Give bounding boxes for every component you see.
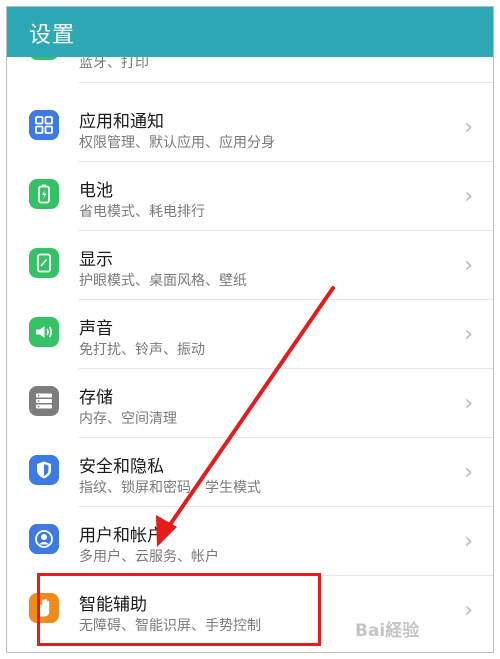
page-title: 设置 <box>29 23 76 48</box>
row-subtitle: 省电模式、耗电排行 <box>79 204 205 220</box>
display-icon <box>29 248 59 278</box>
storage-icon <box>29 386 59 416</box>
row-title: 应用和通知 <box>79 112 164 132</box>
row-title: 用户和帐户 <box>79 526 164 546</box>
row-divider <box>79 82 493 83</box>
settings-row-users[interactable]: 用户和帐户 多用户、云服务、帐户 › <box>7 507 493 576</box>
settings-row-sound[interactable]: 声音 免打扰、铃声、振动 › <box>7 300 493 369</box>
speaker-icon <box>29 317 59 347</box>
shield-icon <box>29 455 59 485</box>
row-title: 电池 <box>79 181 113 201</box>
row-title: 智能辅助 <box>79 595 147 615</box>
row-subtitle: 多用户、云服务、帐户 <box>79 549 219 565</box>
row-title: 显示 <box>79 250 113 270</box>
chevron-right-icon: › <box>464 460 473 485</box>
apps-grid-icon <box>29 110 59 140</box>
battery-icon <box>29 179 59 209</box>
settings-row-apps[interactable]: 应用和通知 权限管理、默认应用、应用分身 › <box>7 93 493 162</box>
hand-icon <box>29 593 59 623</box>
row-subtitle: 指纹、锁屏和密码、学生模式 <box>79 480 261 496</box>
chevron-right-icon: › <box>464 529 473 554</box>
settings-row-storage[interactable]: 存储 内存、空间清理 › <box>7 369 493 438</box>
settings-screen: 蓝牙、打印 应用和通知 权限管理、默认应用、应用分身 › 电池 省电模式、耗电排… <box>6 6 494 653</box>
chevron-right-icon: › <box>464 322 473 347</box>
row-subtitle: 内存、空间清理 <box>79 411 177 427</box>
row-title: 声音 <box>79 319 113 339</box>
row-title: 存储 <box>79 388 113 408</box>
chevron-right-icon: › <box>464 115 473 140</box>
chevron-right-icon: › <box>464 391 473 416</box>
chevron-right-icon: › <box>464 184 473 209</box>
row-title: 安全和隐私 <box>79 457 164 477</box>
settings-row-battery[interactable]: 电池 省电模式、耗电排行 › <box>7 162 493 231</box>
user-icon <box>29 524 59 554</box>
watermark: Bai経验 <box>355 621 420 641</box>
app-header: 设置 <box>7 7 493 57</box>
settings-row-security[interactable]: 安全和隐私 指纹、锁屏和密码、学生模式 › <box>7 438 493 507</box>
chevron-right-icon: › <box>464 253 473 278</box>
settings-row-display[interactable]: 显示 护眼模式、桌面风格、壁纸 › <box>7 231 493 300</box>
row-subtitle: 无障碍、智能识屏、手势控制 <box>79 618 261 634</box>
row-subtitle: 免打扰、铃声、振动 <box>79 342 205 358</box>
row-subtitle: 护眼模式、桌面风格、壁纸 <box>79 273 247 289</box>
row-subtitle: 权限管理、默认应用、应用分身 <box>79 135 275 151</box>
